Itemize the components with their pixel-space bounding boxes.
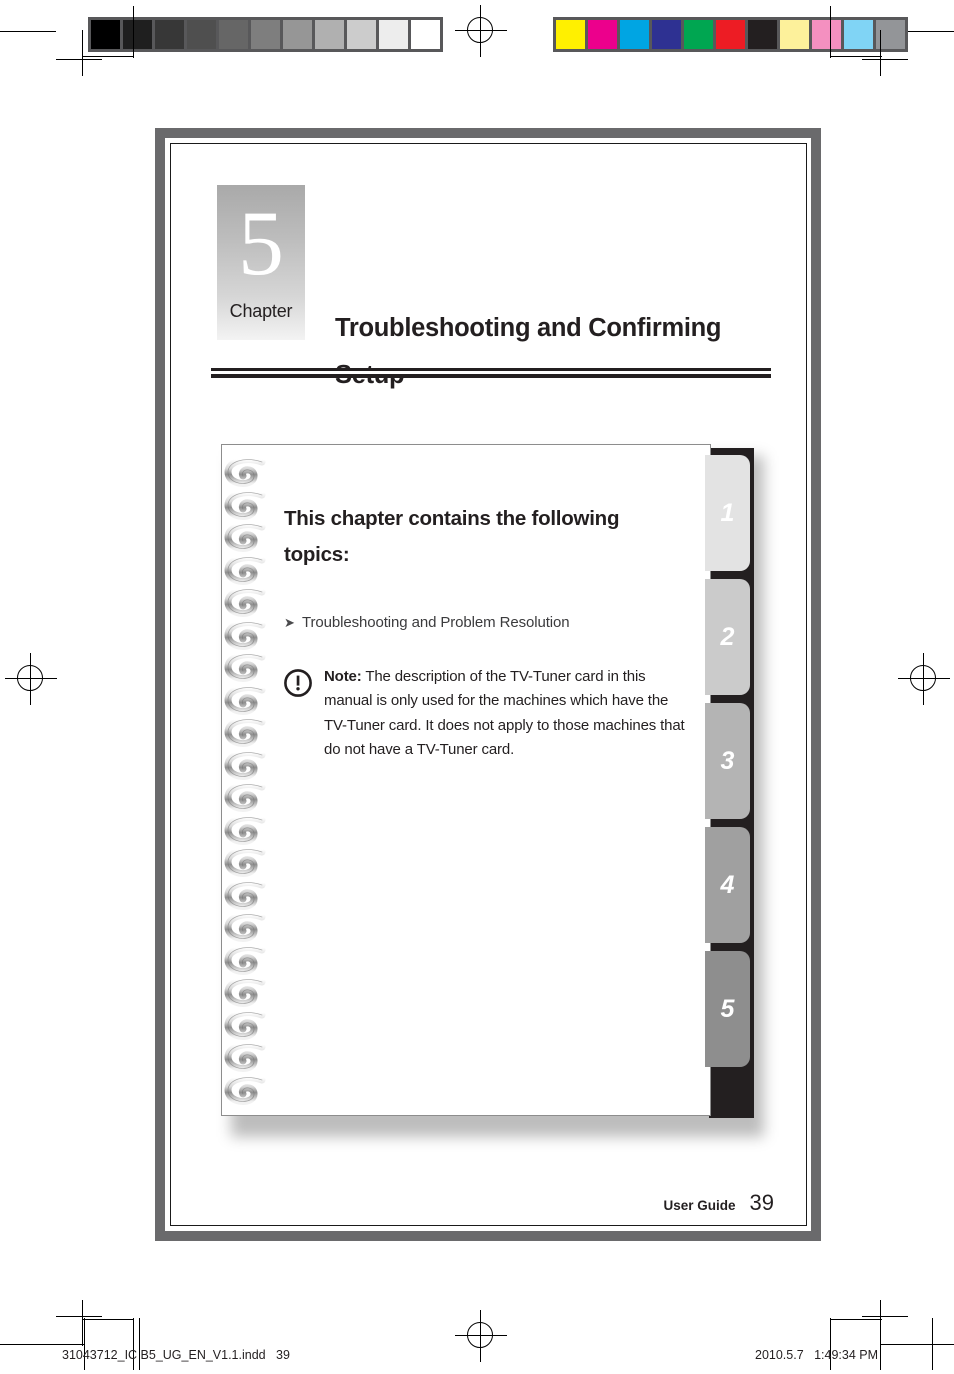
calibration-swatch-6 [748, 20, 780, 49]
spiral-ring [222, 618, 268, 655]
index-tab-1[interactable]: 1 [705, 455, 750, 571]
list-item[interactable]: ➤ Troubleshooting and Problem Resolution [284, 614, 684, 631]
index-tab-label: 5 [720, 994, 735, 1023]
spiral-ring [222, 1073, 268, 1110]
crosshair-circle [467, 1322, 493, 1348]
page-footer: User Guide 39 [663, 1190, 774, 1216]
index-tab-3[interactable]: 3 [705, 703, 750, 819]
spiral-ring [222, 813, 268, 850]
spiral-ring [222, 846, 268, 882]
calibration-swatch-4 [684, 20, 716, 49]
index-tab-5[interactable]: 5 [705, 951, 750, 1067]
crosshair-circle [17, 665, 43, 691]
slug-rule-2 [139, 1318, 141, 1370]
spiral-ring [222, 553, 268, 590]
calibration-swatch-2 [620, 20, 652, 49]
spiral-ring [222, 748, 268, 785]
index-tab-label: 1 [720, 498, 735, 527]
index-tab-2[interactable]: 2 [705, 579, 750, 695]
footer-guide-label: User Guide [663, 1198, 736, 1213]
registration-crosshair-left [5, 653, 57, 705]
slug-filename: 31043712_IC B5_UG_EN_V1.1.indd 39 [62, 1348, 290, 1362]
calibration-swatch-2 [155, 20, 187, 49]
registration-crosshair-right [898, 653, 950, 705]
note-callout: Note: The description of the TV-Tuner ca… [283, 665, 693, 762]
spiral-ring [222, 683, 268, 720]
note-label: Note: [324, 668, 362, 685]
spiral-ring [222, 521, 268, 557]
slug-rule-1 [84, 1318, 86, 1370]
crosshair-circle [467, 17, 493, 43]
registration-crosshair-top [455, 5, 507, 57]
spiral-ring [222, 716, 268, 752]
calibration-swatch-0 [556, 20, 588, 49]
topic-label: Troubleshooting and Problem Resolution [302, 614, 570, 631]
slug-line-left [0, 1344, 84, 1346]
chapter-contents-heading: This chapter contains the following topi… [284, 507, 620, 566]
grayscale-calibration-strip [88, 17, 443, 52]
index-tab-label: 4 [720, 870, 735, 899]
calibration-swatch-5 [251, 20, 283, 49]
dashed-frame-right [811, 128, 821, 1241]
index-tab-label: 2 [720, 622, 735, 651]
spiral-ring [222, 976, 268, 1012]
spiral-ring [222, 878, 268, 915]
spiral-ring [222, 586, 268, 622]
index-tab-4[interactable]: 4 [705, 827, 750, 943]
calibration-swatch-10 [411, 20, 440, 49]
calibration-swatch-5 [716, 20, 748, 49]
calibration-swatch-7 [780, 20, 812, 49]
spiral-ring [222, 911, 268, 947]
note-body: The description of the TV-Tuner card in … [324, 668, 685, 758]
dashed-frame-top [155, 128, 821, 138]
spiral-ring [222, 1041, 268, 1077]
footer-page-number: 39 [749, 1190, 774, 1215]
calibration-swatch-7 [315, 20, 347, 49]
note-text: Note: The description of the TV-Tuner ca… [324, 665, 693, 762]
spiral-ring [222, 651, 268, 687]
crop-mark-top-right [828, 6, 908, 76]
calibration-swatch-3 [187, 20, 219, 49]
spiral-ring [222, 943, 268, 980]
calibration-swatch-8 [347, 20, 379, 49]
exclamation-circle-icon [283, 668, 313, 698]
crosshair-circle [910, 665, 936, 691]
spiral-ring [222, 456, 268, 492]
trim-line-top-left [0, 31, 56, 33]
calibration-swatch-9 [379, 20, 411, 49]
crop-mark-top-left [56, 6, 135, 76]
page-title: Troubleshooting and Confirming Setup [335, 314, 722, 389]
slug-timestamp: 2010.5.7 1:49:34 PM [755, 1348, 879, 1362]
calibration-swatch-1 [123, 20, 155, 49]
topic-list: ➤ Troubleshooting and Problem Resolution [284, 614, 684, 631]
chapter-badge: 5 Chapter [217, 185, 305, 340]
calibration-swatch-3 [652, 20, 684, 49]
spiral-binding-coil [222, 456, 270, 1113]
calibration-swatch-4 [219, 20, 251, 49]
spiral-ring [222, 488, 268, 525]
slug-line-right [880, 1344, 954, 1346]
chapter-word-label: Chapter [229, 301, 293, 321]
arrow-bullet-icon: ➤ [284, 615, 295, 630]
registration-crosshair-bottom [455, 1310, 507, 1362]
spiral-ring [222, 1008, 268, 1045]
spiral-ring [222, 781, 268, 817]
chapter-number: 5 [238, 192, 284, 294]
dashed-frame-bottom [155, 1231, 821, 1241]
title-divider-rule [211, 368, 771, 378]
calibration-swatch-6 [283, 20, 315, 49]
calibration-swatch-1 [588, 20, 620, 49]
dashed-frame-left [155, 128, 165, 1241]
index-tab-label: 3 [720, 746, 735, 775]
